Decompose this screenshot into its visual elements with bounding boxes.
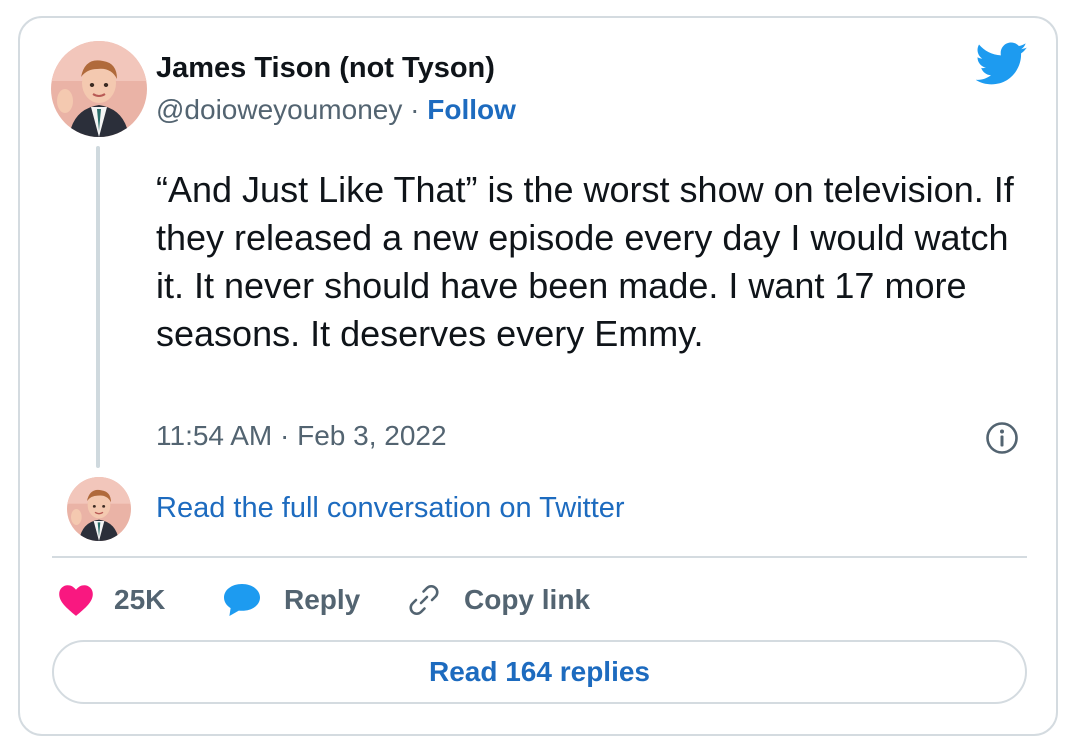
author-avatar[interactable] bbox=[51, 41, 147, 137]
author-handle[interactable]: @doioweyoumoney bbox=[156, 94, 402, 125]
twitter-bird-icon[interactable] bbox=[975, 42, 1028, 86]
divider bbox=[52, 556, 1027, 558]
read-replies-button[interactable]: Read 164 replies bbox=[52, 640, 1027, 704]
follow-link[interactable]: Follow bbox=[427, 94, 516, 125]
thread-line bbox=[96, 146, 100, 468]
like-button[interactable]: 25K bbox=[58, 580, 165, 620]
link-icon bbox=[406, 582, 442, 618]
read-conversation-link[interactable]: Read the full conversation on Twitter bbox=[156, 492, 625, 525]
speech-bubble-icon bbox=[222, 582, 262, 618]
info-icon[interactable] bbox=[985, 421, 1019, 455]
handle-row: @doioweyoumoney · Follow bbox=[156, 94, 516, 126]
reply-button[interactable]: Reply bbox=[222, 580, 360, 620]
heart-icon bbox=[58, 583, 94, 617]
tweet-text: “And Just Like That” is the worst show o… bbox=[156, 169, 1014, 354]
reply-label: Reply bbox=[284, 584, 361, 615]
author-avatar-small[interactable] bbox=[67, 477, 131, 541]
copy-link-button[interactable]: Copy link bbox=[406, 580, 590, 620]
copy-link-label: Copy link bbox=[464, 584, 591, 615]
author-name[interactable]: James Tison (not Tyson) bbox=[156, 52, 495, 85]
tweet-timestamp[interactable]: 11:54 AM · Feb 3, 2022 bbox=[156, 420, 447, 452]
handle-separator: · bbox=[402, 94, 428, 125]
like-count: 25K bbox=[114, 584, 166, 615]
